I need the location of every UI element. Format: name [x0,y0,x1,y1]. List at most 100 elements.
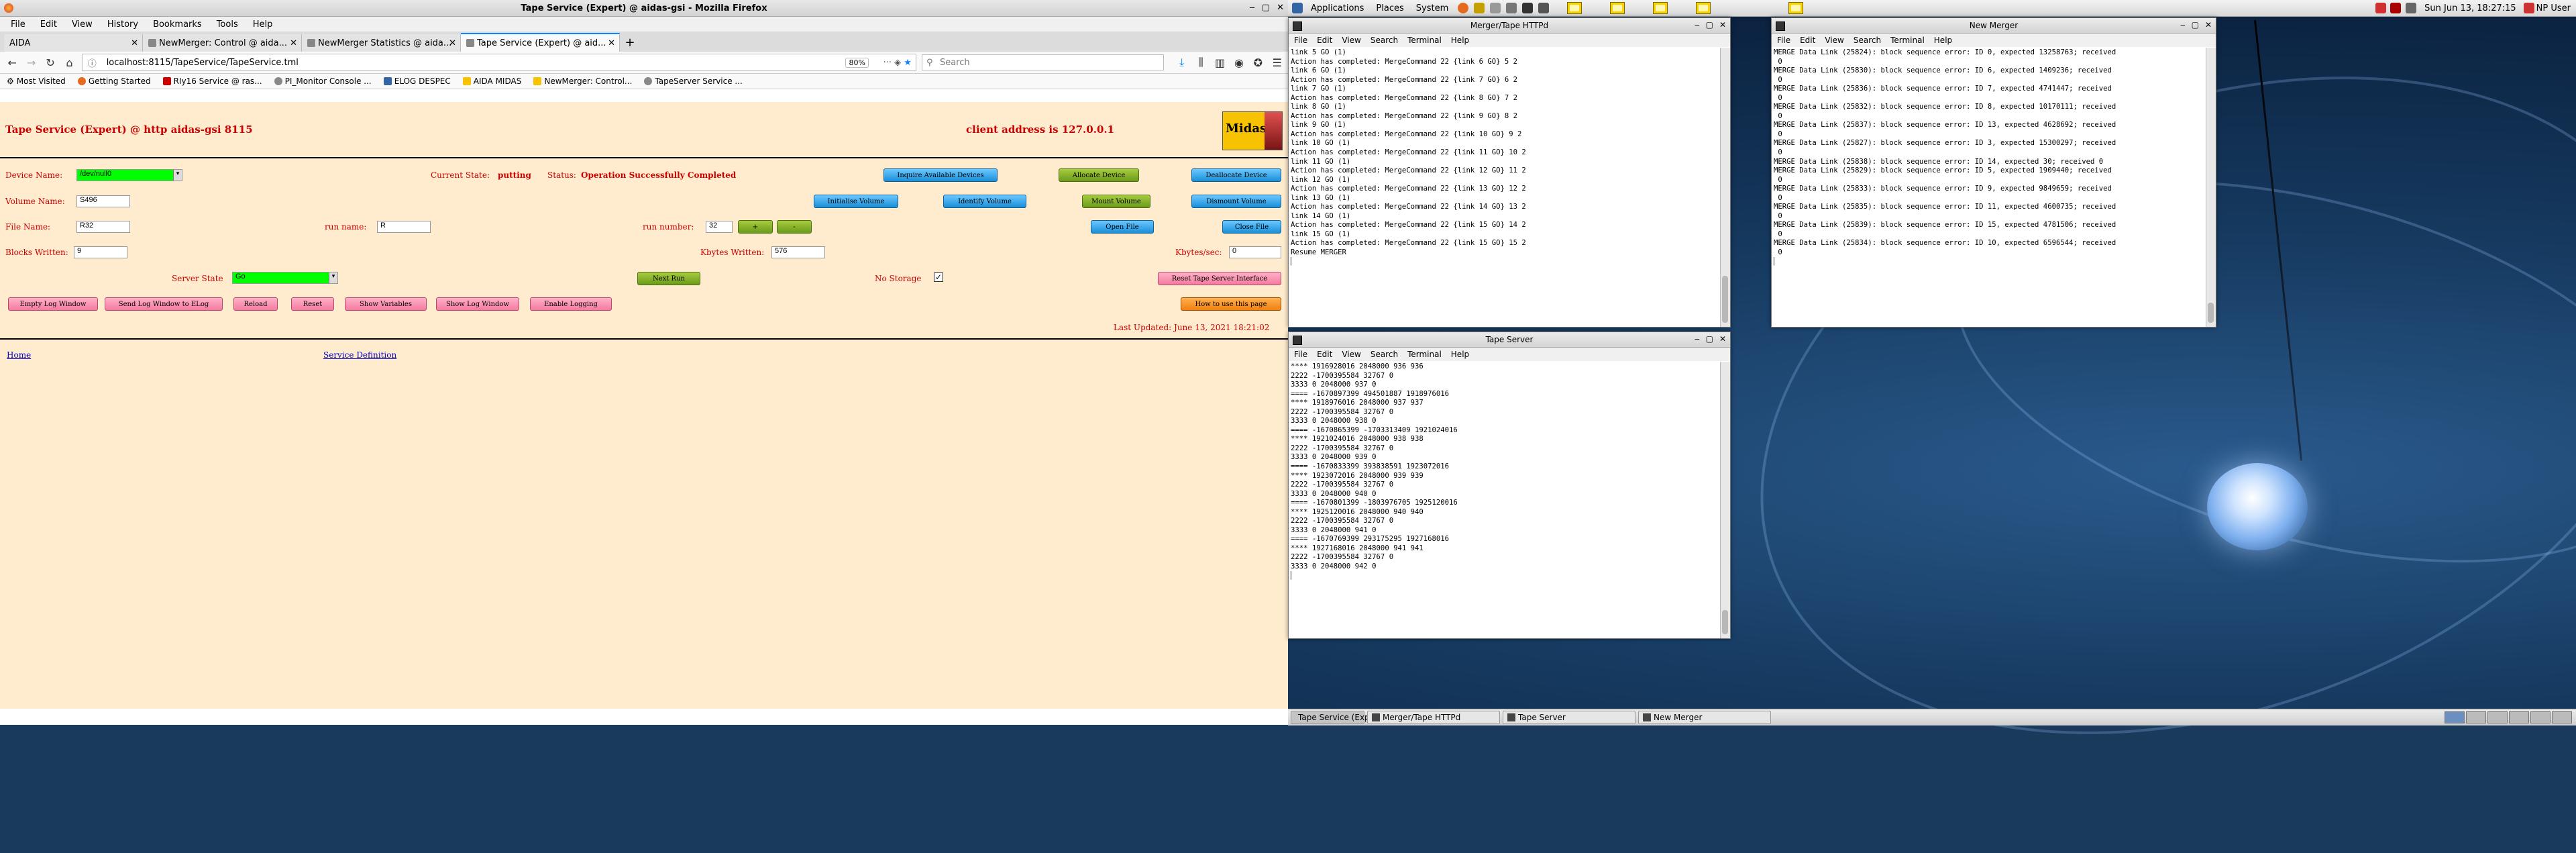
allocate-device-button[interactable]: Allocate Device [1059,168,1139,182]
show-variables-button[interactable]: Show Variables [345,297,427,311]
taskbar-item-merger-httpd[interactable]: Merger/Tape HTTPd [1367,711,1500,724]
enable-logging-button[interactable]: Enable Logging [530,297,612,311]
menu-terminal[interactable]: Terminal [1407,36,1442,45]
new-tab-button[interactable]: + [620,34,640,52]
terminal-output[interactable]: link 5 GO (1) Action has completed: Merge… [1289,48,1721,327]
menu-edit[interactable]: Edit [1317,350,1332,359]
menu-edit[interactable]: Edit [1317,36,1332,45]
reset-button[interactable]: Reset [291,297,334,311]
account-icon[interactable]: ◉ [1232,56,1246,69]
sidebar-icon[interactable]: ▥ [1213,56,1226,69]
run-number-decrement-button[interactable]: - [777,220,812,234]
network-icon[interactable] [2390,3,2402,13]
taskbar-item-new-merger[interactable]: New Merger [1638,711,1771,724]
applications-menu[interactable]: Applications [1311,3,1364,13]
workspace-3[interactable] [2487,711,2508,723]
user-name[interactable]: NP User [2536,3,2571,13]
system-menu[interactable]: System [1416,3,1448,13]
file-name-input[interactable]: R32 [76,221,130,233]
library-icon[interactable]: ⫼ [1194,56,1208,69]
camera-launcher-icon[interactable] [1538,3,1550,13]
terminal-scrollbar[interactable] [2206,48,2216,327]
identify-volume-button[interactable]: Identify Volume [943,195,1026,208]
terminal-scrollbar[interactable] [1720,48,1730,327]
show-log-window-button[interactable]: Show Log Window [436,297,519,311]
menu-search[interactable]: Search [1371,36,1398,45]
menu-help[interactable]: Help [1934,36,1952,45]
run-name-input[interactable]: R [377,221,431,233]
back-button[interactable]: ← [5,56,19,69]
empty-log-window-button[interactable]: Empty Log Window [8,297,98,311]
reload-button[interactable]: ↻ [44,56,57,69]
download-icon[interactable]: ⤓ [1175,56,1188,69]
search-bar[interactable]: ⚲ Search [921,54,1165,70]
zoom-indicator[interactable]: 80% [845,57,869,68]
system-monitor-icon[interactable] [1653,2,1668,14]
menu-terminal[interactable]: Terminal [1407,350,1442,359]
menu-view[interactable]: View [1342,36,1360,45]
text-editor-launcher-icon[interactable] [1490,3,1501,13]
minimize-icon[interactable]: ‒ [1695,20,1700,30]
workspace-2[interactable] [2466,711,2486,723]
page-actions-icon[interactable]: ··· [883,58,892,68]
menu-file[interactable]: File [1294,350,1307,359]
terminal-output[interactable]: MERGE Data Link (25824): block sequence … [1772,48,2206,327]
taskbar-item-tape-server[interactable]: Tape Server [1503,711,1635,724]
calculator-launcher-icon[interactable] [1506,3,1517,13]
maximize-icon[interactable]: ▢ [2192,20,2199,30]
volume-icon[interactable] [2406,3,2417,13]
forward-button[interactable]: → [24,56,38,69]
bookmark-tapeserver[interactable]: TapeServer Service ... [644,77,743,86]
terminal-titlebar[interactable]: New Merger ‒ ▢ ✕ [1772,18,2216,34]
home-button[interactable]: ⌂ [62,56,76,69]
next-run-button[interactable]: Next Run [637,272,700,285]
close-tab-icon[interactable]: ✕ [131,38,138,48]
server-state-select[interactable]: Go ▾ [232,272,338,284]
run-number-input[interactable]: 32 [706,221,733,233]
menu-view[interactable]: View [1342,350,1360,359]
menu-help[interactable]: Help [253,19,273,30]
bookmark-newmerger-control[interactable]: NewMerger: Control... [533,77,632,86]
home-link[interactable]: Home [7,350,31,360]
terminal-titlebar[interactable]: Tape Server ‒ ▢ ✕ [1289,332,1730,348]
close-file-button[interactable]: Close File [1222,220,1281,234]
open-file-button[interactable]: Open File [1091,220,1154,234]
menu-view[interactable]: View [72,19,93,30]
workspace-4[interactable] [2509,711,2529,723]
tab-newmerger-statistics[interactable]: NewMerger Statistics @ aida... ✕ [302,34,461,52]
menu-bookmarks[interactable]: Bookmarks [153,19,202,30]
info-icon[interactable]: ⓘ [88,56,97,69]
service-definition-link[interactable]: Service Definition [323,350,396,360]
menu-help[interactable]: Help [1451,350,1469,359]
hamburger-menu-icon[interactable]: ☰ [1271,56,1284,69]
terminal-titlebar[interactable]: Merger/Tape HTTPd ‒ ▢ ✕ [1289,18,1730,34]
menu-edit[interactable]: Edit [1800,36,1815,45]
workspace-5[interactable] [2530,711,2551,723]
workspace-1[interactable] [2445,711,2465,723]
bookmark-most-visited[interactable]: ⚙ Most Visited [7,77,66,86]
reload-button[interactable]: Reload [233,297,278,311]
bookmark-elog[interactable]: ELOG DESPEC [383,77,451,86]
close-tab-icon[interactable]: ✕ [608,38,615,48]
deallocate-device-button[interactable]: Deallocate Device [1191,168,1281,182]
send-log-to-elog-button[interactable]: Send Log Window to ELog [105,297,223,311]
menu-history[interactable]: History [107,19,138,30]
menu-view[interactable]: View [1825,36,1843,45]
pocket-icon[interactable]: ◈ [894,58,901,68]
scrollbar-thumb[interactable] [1722,276,1728,323]
bookmark-aida-midas[interactable]: AIDA MIDAS [462,77,521,86]
system-monitor-icon[interactable] [1696,2,1711,14]
bookmark-pi-monitor[interactable]: PI_Monitor Console ... [274,77,372,86]
menu-help[interactable]: Help [1451,36,1469,45]
terminal-output[interactable]: **** 1916928016 2048000 936 936 2222 -170… [1289,362,1721,638]
maximize-icon[interactable]: ▢ [1262,3,1270,13]
system-monitor-icon[interactable] [1567,2,1582,14]
url-bar[interactable]: ⓘ localhost:8115/TapeService/TapeService… [81,54,916,71]
menu-terminal[interactable]: Terminal [1890,36,1925,45]
close-icon[interactable]: ✕ [1719,334,1726,344]
menu-file[interactable]: File [11,19,25,30]
volume-name-input[interactable]: S496 [76,195,130,207]
close-icon[interactable]: ✕ [2205,20,2212,30]
run-number-increment-button[interactable]: + [738,220,773,234]
maximize-icon[interactable]: ▢ [1706,334,1713,344]
